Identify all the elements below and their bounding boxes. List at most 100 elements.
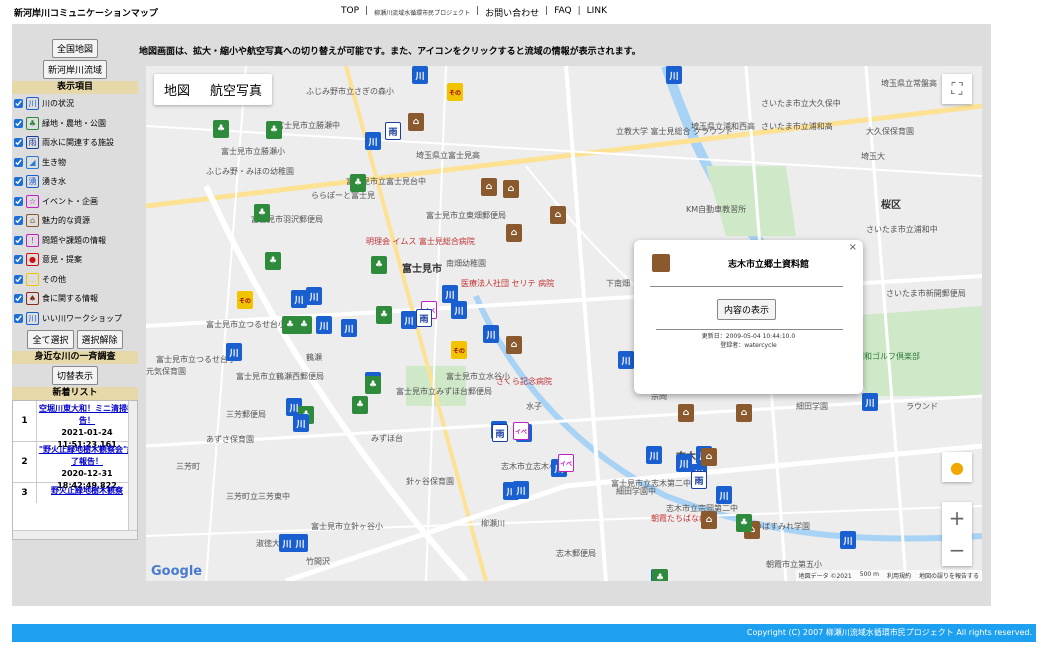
river-icon[interactable]: 川 [483, 325, 499, 343]
layer-checkbox[interactable] [14, 118, 23, 128]
river-icon[interactable]: 川 [291, 290, 307, 308]
layer-item[interactable]: ! 問題や課題の情報 [12, 231, 138, 251]
tree-icon[interactable]: ♣ [352, 396, 368, 414]
map[interactable]: ふじみ野市立さぎの森小 富士見市立勝瀬中 富士見市立勝瀬小 ふじみ野・みほの幼稚園 埼玉… [146, 66, 982, 581]
toggle-display-button[interactable]: 切替表示 [51, 366, 98, 385]
layer-item[interactable]: … その他 [12, 270, 138, 290]
house-icon[interactable]: ⌂ [736, 404, 752, 422]
tree-icon[interactable]: ♣ [371, 256, 387, 274]
map-type-satellite-button[interactable]: 航空写真 [200, 74, 272, 105]
tree-icon[interactable]: ♣ [296, 316, 312, 334]
layer-item[interactable]: ♣ 緑地・農地・公園 [12, 114, 138, 134]
other-icon[interactable]: その [451, 341, 467, 359]
basin-button[interactable]: 新河岸川流域 [42, 60, 107, 79]
national-map-button[interactable]: 全国地図 [51, 39, 98, 58]
layer-item[interactable]: ♠ 食に関する情報 [12, 289, 138, 309]
house-icon[interactable]: ⌂ [701, 511, 717, 529]
show-content-button[interactable]: 内容の表示 [717, 299, 777, 320]
house-icon[interactable]: ⌂ [550, 206, 566, 224]
layer-item[interactable]: 雨雨水に関連する施設 [12, 133, 138, 153]
tree-icon[interactable]: ♣ [282, 316, 298, 334]
news-scrollbar[interactable] [128, 401, 137, 531]
layer-checkbox[interactable] [14, 216, 23, 226]
river-icon[interactable]: 川 [513, 481, 529, 499]
layer-checkbox[interactable] [14, 294, 23, 304]
tree-icon[interactable]: ♣ [266, 121, 282, 139]
layer-checkbox[interactable] [14, 99, 23, 109]
tree-icon[interactable]: ♣ [365, 376, 381, 394]
layer-checkbox[interactable] [14, 177, 23, 187]
rain-icon[interactable]: 雨 [385, 122, 401, 140]
river-icon[interactable]: 川 [840, 531, 856, 549]
nav-link-link[interactable]: LINK [587, 6, 607, 19]
street-view-pegman[interactable]: ● [942, 452, 972, 482]
layer-checkbox[interactable] [14, 138, 23, 148]
river-icon[interactable]: 川 [862, 393, 878, 411]
other-icon[interactable]: その [447, 83, 463, 101]
layer-item[interactable]: 川いい川ワークショップ [12, 309, 138, 329]
house-icon[interactable]: ⌂ [503, 180, 519, 198]
river-icon[interactable]: 川 [226, 343, 242, 361]
layer-item[interactable]: ☆ イベント・企画 [12, 192, 138, 212]
river-icon[interactable]: 川 [401, 311, 417, 329]
tree-icon[interactable]: ♣ [652, 569, 668, 581]
river-icon[interactable]: 川 [365, 132, 381, 150]
river-icon[interactable]: 川 [316, 316, 332, 334]
house-icon[interactable]: ⌂ [481, 178, 497, 196]
event-icon[interactable]: イベ [513, 422, 529, 440]
river-icon[interactable]: 川 [341, 319, 357, 337]
news-hscrollbar[interactable] [13, 530, 137, 539]
event-icon[interactable]: イベ [558, 454, 574, 472]
news-title-link[interactable]: 空堀川東大和！ミニ清掃報告！ [37, 403, 137, 427]
river-icon[interactable]: 川 [412, 66, 428, 84]
rain-icon[interactable]: 雨 [691, 471, 707, 489]
layer-item[interactable]: ⌂ 魅力的な資源 [12, 211, 138, 231]
layer-item[interactable]: 川川の状況 [12, 94, 138, 114]
layer-item[interactable]: ◢ 生き物 [12, 153, 138, 173]
house-icon[interactable]: ⌂ [408, 113, 424, 131]
layer-item[interactable]: ● 意見・提案 [12, 250, 138, 270]
layer-checkbox[interactable] [14, 274, 23, 284]
nav-faq-link[interactable]: FAQ [554, 6, 571, 19]
layer-checkbox[interactable] [14, 157, 23, 167]
river-icon[interactable]: 川 [451, 301, 467, 319]
report-error-link[interactable]: 地図の誤りを報告する [919, 571, 979, 580]
tree-icon[interactable]: ♣ [254, 204, 270, 222]
select-all-button[interactable]: 全て選択 [27, 330, 74, 349]
terms-link[interactable]: 利用規約 [887, 571, 911, 580]
river-icon[interactable]: 川 [646, 446, 662, 464]
close-icon[interactable]: × [849, 242, 857, 253]
house-icon[interactable]: ⌂ [506, 336, 522, 354]
layer-checkbox[interactable] [14, 313, 23, 323]
news-title-link[interactable]: "野火止緑地樹木観察会"終了報告！ [37, 444, 137, 468]
tree-icon[interactable]: ♣ [265, 252, 281, 270]
layer-checkbox[interactable] [14, 196, 23, 206]
tree-icon[interactable]: ♣ [350, 174, 366, 192]
house-icon[interactable]: ⌂ [506, 224, 522, 242]
rain-icon[interactable]: 雨 [492, 424, 508, 442]
house-icon[interactable]: ⌂ [701, 448, 717, 466]
layer-item[interactable]: 湧湧き水 [12, 172, 138, 192]
deselect-all-button[interactable]: 選択解除 [76, 330, 123, 349]
tree-icon[interactable]: ♣ [376, 306, 392, 324]
map-type-map-button[interactable]: 地図 [154, 74, 200, 105]
nav-project-link[interactable]: 柳瀬川流域水循環市民プロジェクト [374, 8, 470, 19]
tree-icon[interactable]: ♣ [736, 514, 752, 532]
river-icon[interactable]: 川 [292, 534, 308, 552]
layer-checkbox[interactable] [14, 235, 23, 245]
river-icon[interactable]: 川 [716, 486, 732, 504]
nav-top-link[interactable]: TOP [341, 6, 359, 19]
zoom-in-button[interactable]: + [942, 502, 972, 534]
tree-icon[interactable]: ♣ [213, 120, 229, 138]
river-icon[interactable]: 川 [666, 66, 682, 84]
fullscreen-button[interactable]: ⛶ [942, 74, 972, 104]
layer-checkbox[interactable] [14, 255, 23, 265]
other-icon[interactable]: その [237, 291, 253, 309]
nav-contact-link[interactable]: お問い合わせ [485, 6, 539, 19]
news-list[interactable]: 1 空堀川東大和！ミニ清掃報告！ 2021-01-24 11:51:23.161… [12, 400, 138, 540]
news-title-link[interactable]: 野火止緑地樹木観察 [37, 485, 137, 497]
river-icon[interactable]: 川 [306, 287, 322, 305]
river-icon[interactable]: 川 [618, 351, 634, 369]
house-icon[interactable]: ⌂ [678, 404, 694, 422]
river-icon[interactable]: 川 [676, 454, 692, 472]
